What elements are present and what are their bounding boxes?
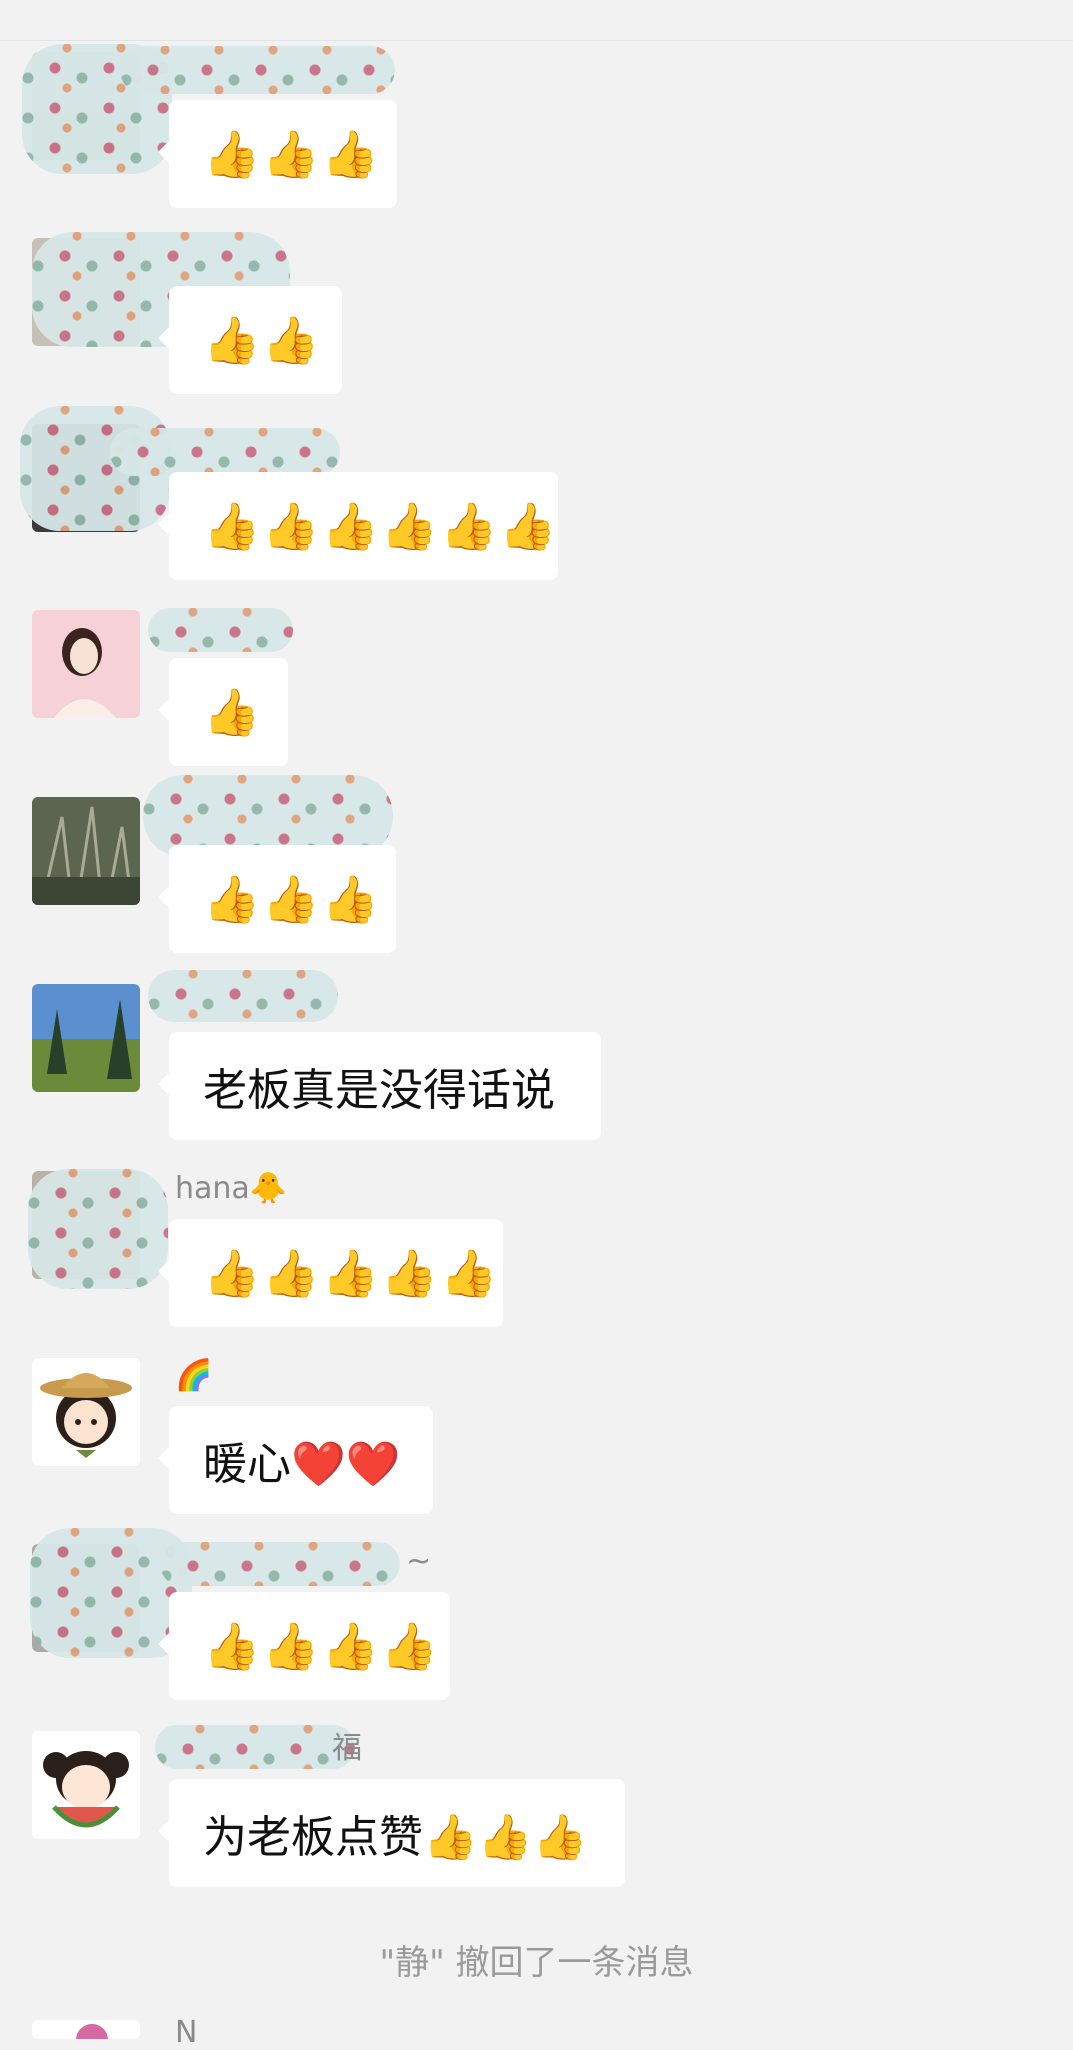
message-bubble[interactable]: 👍👍 (158, 286, 342, 394)
avatar[interactable] (32, 2020, 140, 2039)
message-bubble[interactable]: 👍👍👍 (158, 100, 397, 208)
message-bubble[interactable]: 👍 (158, 658, 288, 766)
avatar[interactable] (32, 610, 140, 718)
message-text: 👍👍👍 (203, 127, 381, 181)
message-bubble[interactable]: 👍👍👍👍 (158, 1592, 450, 1700)
sender-name: 福 (332, 1731, 362, 1766)
privacy-blur (28, 1169, 168, 1289)
message-bubble[interactable]: 👍👍👍👍👍 (158, 1219, 503, 1327)
message-text: 👍👍👍👍👍👍 (203, 499, 559, 553)
avatar[interactable] (32, 1731, 140, 1839)
sender-name: ~ (406, 1544, 432, 1579)
message-text: 👍👍👍👍👍 (203, 1246, 500, 1300)
message-text: 老板真是没得话说 (203, 1065, 555, 1116)
message-text: 👍 (203, 685, 263, 739)
avatar[interactable] (32, 797, 140, 905)
message-text: 为老板点赞👍👍👍 (203, 1812, 588, 1863)
sender-name: 🌈 (175, 1358, 213, 1393)
privacy-blur (110, 428, 340, 476)
privacy-blur (155, 1725, 355, 1769)
message-bubble[interactable]: 为老板点赞👍👍👍 (158, 1779, 625, 1887)
message-bubble[interactable]: 老板真是没得话说 (158, 1032, 601, 1140)
avatar[interactable] (32, 1358, 140, 1466)
privacy-blur (160, 1542, 400, 1586)
message-text: 👍👍 (203, 313, 322, 367)
message-bubble[interactable]: 👍👍👍 (158, 845, 396, 953)
recall-notice: "静" 撤回了一条消息 (379, 1943, 694, 1983)
privacy-blur (148, 608, 293, 652)
avatar[interactable] (32, 984, 140, 1092)
message-text: 👍👍👍 (203, 872, 381, 926)
privacy-blur (148, 970, 338, 1022)
privacy-blur (120, 46, 395, 94)
sender-name: N (175, 2015, 198, 2050)
sender-name: hana🐥 (175, 1171, 288, 1206)
chat-message-list: 👍👍👍 👍👍 👍👍👍👍👍👍 👍 👍👍👍 老板真是没得话说 hana🐥 👍👍👍👍👍… (0, 0, 1073, 2050)
message-text: 👍👍👍👍 (203, 1619, 441, 1673)
message-text: 暖心❤️❤️ (203, 1439, 401, 1490)
message-bubble[interactable]: 👍👍👍👍👍👍 (158, 472, 559, 580)
message-bubble[interactable]: 暖心❤️❤️ (158, 1406, 433, 1514)
